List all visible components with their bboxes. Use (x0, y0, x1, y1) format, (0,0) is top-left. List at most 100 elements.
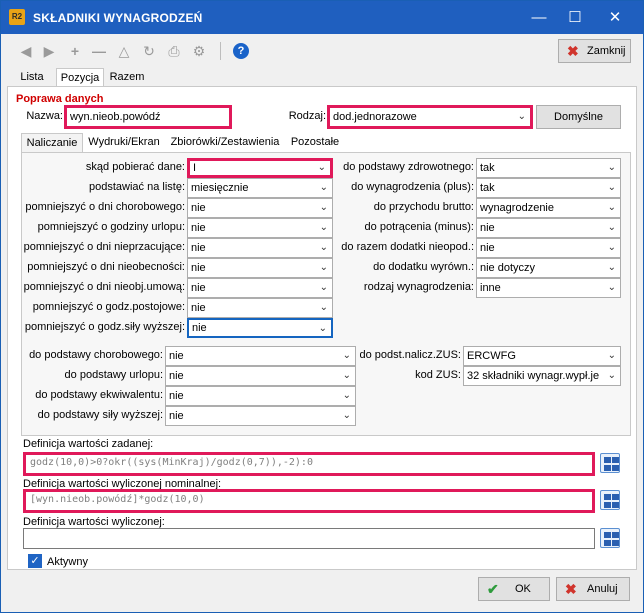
tab-pozostale[interactable]: Pozostałe (287, 133, 343, 152)
expression-editor-icon[interactable] (600, 490, 620, 510)
field-select[interactable]: miesięcznie ⌄ (187, 178, 333, 198)
chevron-down-icon: ⌄ (342, 350, 351, 361)
field-value: tak (480, 182, 495, 194)
definition-expression[interactable]: [wyn.nieob.powódź]*godz(10,0) (23, 489, 595, 513)
field-select[interactable]: nie ⌄ (187, 318, 333, 338)
chevron-down-icon: ⌄ (317, 162, 326, 173)
first-record-icon[interactable]: ◀ (18, 43, 34, 59)
prev-record-icon[interactable]: ▶ (41, 43, 57, 59)
ok-button-label: OK (515, 583, 531, 595)
close-button[interactable]: ✖ Zamknij (558, 39, 631, 63)
expression-editor-icon[interactable] (600, 453, 620, 473)
field-value: nie (169, 370, 184, 382)
help-icon[interactable]: ? (233, 43, 249, 59)
field-label: do podstawy chorobowego: (29, 349, 163, 361)
field-select[interactable]: nie ⌄ (187, 258, 333, 278)
chevron-down-icon: ⌄ (607, 282, 616, 293)
tab-razem[interactable]: Razem (107, 68, 147, 86)
tab-zbiorowki[interactable]: Zbiorówki/Zestawienia (167, 133, 283, 152)
rodzaj-label: Rodzaj: (288, 110, 326, 122)
chevron-down-icon: ⌄ (342, 390, 351, 401)
filter-icon[interactable]: △ (116, 43, 132, 59)
section-title: Poprawa danych (16, 93, 104, 105)
field-value: 32 składniki wynagr.wypł.je (467, 370, 600, 382)
field-label: pomniejszyć o godz.postojowe: (32, 301, 185, 313)
definition-expression[interactable]: godz(10,0)>0?okr((sys(MinKraj)/godz(0,7)… (23, 452, 595, 476)
print-icon[interactable]: ⎙ (166, 43, 182, 59)
field-select[interactable]: nie ⌄ (165, 366, 356, 386)
field-select[interactable]: I ⌄ (187, 158, 333, 178)
chevron-down-icon: ⌄ (318, 323, 327, 334)
minimize-button[interactable]: — (519, 1, 559, 34)
field-label: podstawiać na listę: (89, 181, 185, 193)
field-select[interactable]: nie ⌄ (187, 238, 333, 258)
field-label: pomniejszyć o dni nieobecności: (27, 261, 185, 273)
app-icon: R2 (9, 9, 25, 25)
close-button-label: Zamknij (587, 45, 626, 57)
field-value: ERCWFG (467, 350, 516, 362)
definition-label: Definicja wartości wyliczonej: (23, 516, 165, 528)
field-value: nie (191, 262, 206, 274)
field-label: pomniejszyć o dni chorobowego: (25, 201, 185, 213)
tab-naliczanie[interactable]: Naliczanie (21, 133, 83, 152)
field-value: I (193, 162, 197, 174)
window-title: SKŁADNIKI WYNAGRODZEŃ (33, 11, 203, 25)
field-select[interactable]: nie ⌄ (476, 238, 621, 258)
field-value: nie (191, 302, 206, 314)
chevron-down-icon: ⌄ (342, 410, 351, 421)
field-value: nie (169, 350, 184, 362)
field-select[interactable]: 32 składniki wynagr.wypł.je ⌄ (463, 366, 621, 386)
add-icon[interactable]: + (67, 43, 83, 59)
field-select[interactable]: nie ⌄ (476, 218, 621, 238)
field-select[interactable]: inne ⌄ (476, 278, 621, 298)
field-select[interactable]: nie ⌄ (165, 346, 356, 366)
cancel-x-icon: ✖ (565, 581, 577, 597)
field-select[interactable]: nie ⌄ (165, 386, 356, 406)
field-select[interactable]: tak ⌄ (476, 158, 621, 178)
field-value: nie (192, 322, 207, 334)
cancel-button[interactable]: ✖ Anuluj (556, 577, 630, 601)
settings-icon[interactable]: ⚙ (191, 43, 207, 59)
chevron-down-icon: ⌄ (319, 202, 328, 213)
field-select[interactable]: wynagrodzenie ⌄ (476, 198, 621, 218)
delete-icon[interactable]: — (91, 43, 107, 59)
field-label: do podstawy siły wyższej: (37, 409, 163, 421)
toolbar: ◀ ▶ + — △ ↻ ⎙ ⚙ ? ✖ Zamknij (1, 34, 643, 68)
field-value: nie (169, 410, 184, 422)
check-icon: ✔ (487, 581, 499, 597)
toolbar-separator (220, 42, 221, 60)
field-select[interactable]: nie dotyczy ⌄ (476, 258, 621, 278)
field-value: nie dotyczy (480, 262, 536, 274)
field-value: nie (480, 222, 495, 234)
chevron-down-icon: ⌄ (607, 242, 616, 253)
field-value: inne (480, 282, 501, 294)
field-select[interactable]: nie ⌄ (165, 406, 356, 426)
field-value: miesięcznie (191, 182, 249, 194)
tab-wydruki[interactable]: Wydruki/Ekran (85, 133, 163, 152)
field-value: nie (169, 390, 184, 402)
defaults-button[interactable]: Domyślne (536, 105, 621, 129)
cancel-button-label: Anuluj (587, 583, 618, 595)
field-value: nie (191, 202, 206, 214)
chevron-down-icon: ⌄ (319, 282, 328, 293)
aktywny-checkbox[interactable]: ✓ (28, 554, 42, 568)
ok-button[interactable]: ✔ OK (478, 577, 550, 601)
rodzaj-select[interactable]: dod.jednorazowe ⌄ (327, 105, 533, 129)
field-select[interactable]: nie ⌄ (187, 278, 333, 298)
field-label: kod ZUS: (415, 369, 461, 381)
field-select[interactable]: tak ⌄ (476, 178, 621, 198)
tab-lista[interactable]: Lista (15, 68, 49, 86)
refresh-icon[interactable]: ↻ (141, 43, 157, 59)
nazwa-input[interactable]: wyn.nieob.powódź (64, 105, 232, 129)
field-value: nie (480, 242, 495, 254)
definition-expression[interactable] (23, 528, 595, 549)
field-select[interactable]: ERCWFG ⌄ (463, 346, 621, 366)
close-window-button[interactable]: ✕ (595, 1, 635, 34)
expression-editor-icon[interactable] (600, 528, 620, 548)
field-select[interactable]: nie ⌄ (187, 218, 333, 238)
field-select[interactable]: nie ⌄ (187, 198, 333, 218)
tab-pozycja[interactable]: Pozycja (56, 68, 104, 86)
field-select[interactable]: nie ⌄ (187, 298, 333, 318)
maximize-button[interactable]: ☐ (555, 1, 595, 34)
field-label: pomniejszyć o dni nieobj.umową: (23, 281, 185, 293)
